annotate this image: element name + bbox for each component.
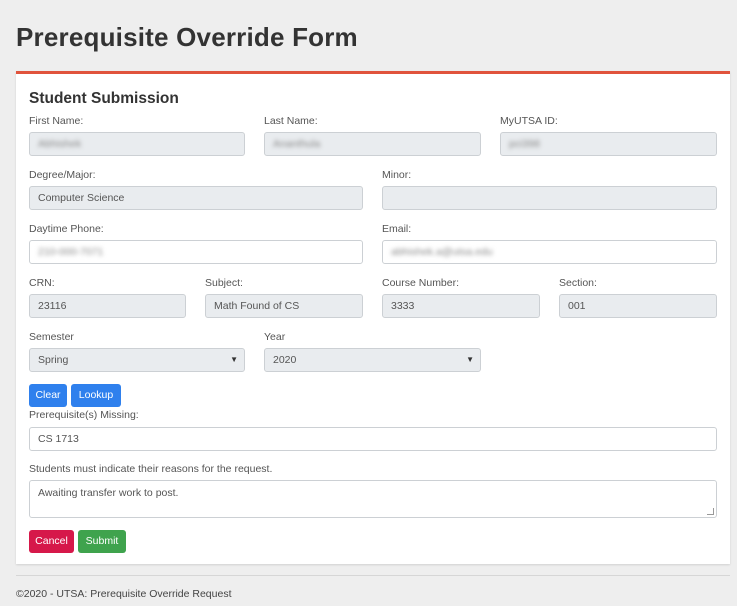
reasons-label: Students must indicate their reasons for… — [29, 463, 273, 475]
last-name-value: Ananthula — [273, 138, 321, 150]
semester-select[interactable]: Spring ▼ — [29, 348, 245, 372]
footer-divider — [16, 575, 730, 576]
year-label: Year — [264, 331, 286, 343]
footer-text: ©2020 - UTSA: Prerequisite Override Requ… — [16, 588, 232, 600]
degree-major-field[interactable]: Computer Science — [29, 186, 363, 210]
reasons-value: Awaiting transfer work to post. — [38, 487, 179, 499]
subject-field[interactable]: Math Found of CS — [205, 294, 363, 318]
daytime-phone-input[interactable]: 210-000-7071 — [29, 240, 363, 264]
daytime-phone-value: 210-000-7071 — [38, 246, 104, 258]
section-title: Student Submission — [29, 90, 179, 107]
chevron-down-icon: ▼ — [230, 355, 238, 364]
semester-label: Semester — [29, 331, 74, 343]
myutsa-id-field[interactable]: pci398 — [500, 132, 717, 156]
year-select[interactable]: 2020 ▼ — [264, 348, 481, 372]
student-submission-card: Student Submission First Name: Abhishek … — [16, 71, 730, 564]
clear-button[interactable]: Clear — [29, 384, 67, 407]
minor-label: Minor: — [382, 169, 412, 181]
resize-handle-icon[interactable] — [707, 508, 714, 515]
reasons-textarea[interactable]: Awaiting transfer work to post. — [29, 480, 717, 518]
chevron-down-icon: ▼ — [466, 355, 474, 364]
daytime-phone-label: Daytime Phone: — [29, 223, 104, 235]
email-value: abhishek.a@utsa.edu — [391, 246, 493, 258]
myutsa-id-value: pci398 — [509, 138, 540, 150]
crn-label: CRN: — [29, 277, 55, 289]
page-title: Prerequisite Override Form — [16, 22, 358, 52]
course-number-field[interactable]: 3333 — [382, 294, 540, 318]
myutsa-id-label: MyUTSA ID: — [500, 115, 558, 127]
year-value: 2020 — [273, 354, 297, 366]
semester-value: Spring — [38, 354, 69, 366]
degree-major-label: Degree/Major: — [29, 169, 96, 181]
last-name-field[interactable]: Ananthula — [264, 132, 481, 156]
first-name-label: First Name: — [29, 115, 84, 127]
minor-field[interactable] — [382, 186, 717, 210]
course-number-label: Course Number: — [382, 277, 460, 289]
section-label: Section: — [559, 277, 597, 289]
email-label: Email: — [382, 223, 412, 235]
email-input[interactable]: abhishek.a@utsa.edu — [382, 240, 717, 264]
cancel-button[interactable]: Cancel — [29, 530, 74, 553]
crn-field[interactable]: 23116 — [29, 294, 186, 318]
section-field[interactable]: 001 — [559, 294, 717, 318]
subject-label: Subject: — [205, 277, 243, 289]
last-name-label: Last Name: — [264, 115, 318, 127]
first-name-value: Abhishek — [38, 138, 82, 150]
submit-button[interactable]: Submit — [78, 530, 126, 553]
prereq-missing-label: Prerequisite(s) Missing: — [29, 409, 139, 421]
prereq-missing-input[interactable]: CS 1713 — [29, 427, 717, 451]
first-name-field[interactable]: Abhishek — [29, 132, 245, 156]
lookup-button[interactable]: Lookup — [71, 384, 121, 407]
